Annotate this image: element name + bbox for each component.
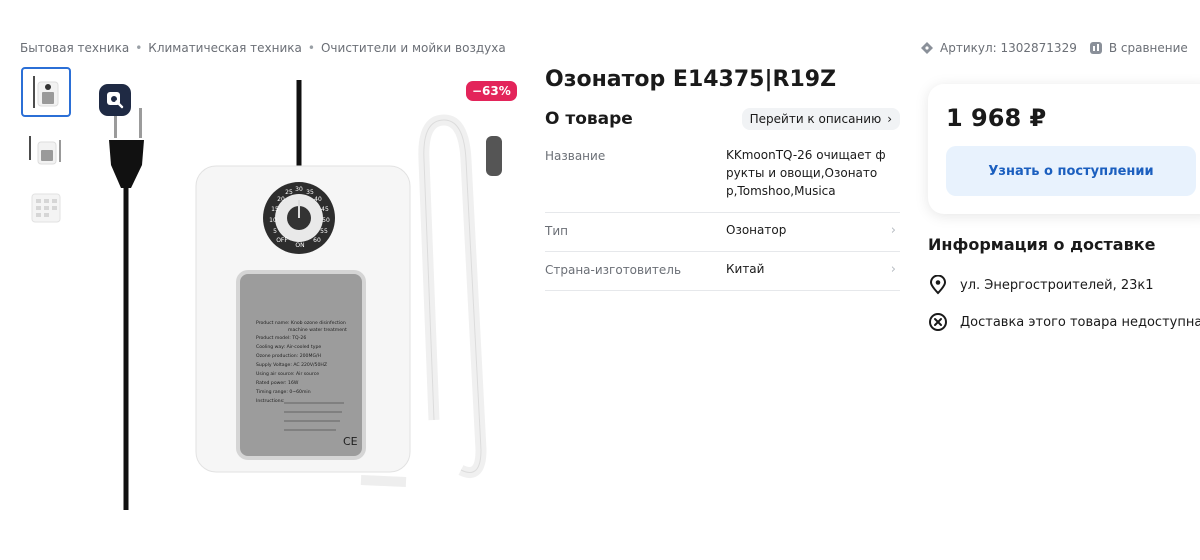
breadcrumb-item[interactable]: Бытовая техника <box>20 41 129 55</box>
label-line: Product name: Knob ozone disinfection <box>256 320 346 326</box>
label-line: Instructions: <box>256 398 285 404</box>
dial-number: 40 <box>314 196 322 203</box>
spec-value: Китай <box>726 262 765 276</box>
thumbnail-list <box>21 67 71 241</box>
chevron-right-icon: › <box>890 262 896 277</box>
thumbnail-image <box>33 76 59 108</box>
page-title: Озонатор E14375|R19Z <box>545 67 837 92</box>
goto-description-label: Перейти к описанию <box>749 112 882 126</box>
spec-row-name: Название KKmoonTQ-26 очищает фрукты и ов… <box>545 138 900 213</box>
breadcrumb-item[interactable]: Очистители и мойки воздуха <box>321 41 506 55</box>
thumbnail-image <box>29 136 61 165</box>
label-line: Using air source: Air source <box>256 371 319 377</box>
zoom-search-icon <box>107 92 124 109</box>
delivery-address-text: ул. Энергостроителей, 23к1 <box>960 277 1154 293</box>
spec-row-type[interactable]: Тип Озонатор › <box>545 213 900 252</box>
article-label: Артикул: 1302871329 <box>940 41 1077 55</box>
dial-number: 25 <box>285 189 293 196</box>
dial-number: 10 <box>269 217 277 224</box>
specs-table: Название KKmoonTQ-26 очищает фрукты и ов… <box>545 138 900 291</box>
breadcrumb-separator: • <box>307 41 315 55</box>
dial-number: 50 <box>322 217 330 224</box>
delivery-title: Информация о доставке <box>928 235 1156 254</box>
notify-availability-button[interactable]: Узнать о поступлении <box>946 146 1196 196</box>
dial-number: 45 <box>321 206 329 213</box>
zoom-button[interactable] <box>99 84 131 116</box>
spec-key: Название <box>545 149 606 163</box>
breadcrumb: Бытовая техника • Климатическая техника … <box>20 41 506 55</box>
thumbnail-2[interactable] <box>21 125 71 175</box>
product-main-image[interactable]: 25 30 35 40 45 50 55 60 20 15 10 5 OFF O… <box>86 70 516 510</box>
dial-number: 60 <box>313 237 321 244</box>
spec-value: KKmoonTQ-26 очищает фрукты и овощи,Озона… <box>726 148 886 198</box>
product-meta: Артикул: 1302871329 В сравнение П <box>920 41 1200 55</box>
article-number[interactable]: Артикул: 1302871329 <box>920 41 1077 55</box>
ce-mark: CE <box>343 435 358 448</box>
dial-number: 35 <box>306 189 314 196</box>
label-line: Supply Voltage: AC 220V/50HZ <box>256 362 327 368</box>
delivery-status: Доставка этого товара недоступна <box>928 312 1200 332</box>
thumbnail-1[interactable] <box>21 67 71 117</box>
dial-number: OFF <box>276 237 288 244</box>
label-line: Ozone production: 200MG/H <box>256 353 321 359</box>
thumbnail-3[interactable] <box>21 183 71 233</box>
breadcrumb-item[interactable]: Климатическая техника <box>148 41 302 55</box>
thumbnail-image <box>31 193 61 223</box>
discount-badge: −63% <box>466 81 517 101</box>
delivery-address[interactable]: ул. Энергостроителей, 23к1 <box>928 275 1154 295</box>
spec-row-country[interactable]: Страна-изготовитель Китай › <box>545 252 900 291</box>
about-section-header: О товаре Перейти к описанию › <box>545 108 900 130</box>
spec-key: Тип <box>545 224 568 238</box>
spec-value: Озонатор <box>726 223 787 237</box>
dial-number: 55 <box>320 228 328 235</box>
spec-key: Страна-изготовитель <box>545 263 682 277</box>
dial-number: 5 <box>273 228 277 235</box>
compare-icon <box>1089 42 1102 54</box>
label-line: Timing range: 0~60min <box>255 389 311 395</box>
goto-description-button[interactable]: Перейти к описанию › <box>741 108 900 130</box>
delivery-status-text: Доставка этого товара недоступна <box>960 314 1200 330</box>
dial-number: 20 <box>277 196 285 203</box>
unavailable-icon <box>929 313 947 331</box>
dial-number: 30 <box>295 186 303 193</box>
dial-number: ON <box>295 242 304 249</box>
price: 1 968 ₽ <box>946 104 1047 132</box>
label-line: Product model: TQ-26 <box>256 335 306 341</box>
copy-icon <box>921 42 933 54</box>
chevron-right-icon: › <box>887 112 892 126</box>
about-heading: О товаре <box>545 109 633 129</box>
location-pin-icon <box>929 275 947 295</box>
breadcrumb-separator: • <box>135 41 143 55</box>
label-line: Cooling way: Air-cooled type <box>256 344 321 350</box>
label-line: machine water treatment <box>288 327 347 333</box>
label-line: Rated power: 16W <box>256 380 299 386</box>
ozonator-device-image: 25 30 35 40 45 50 55 60 20 15 10 5 OFF O… <box>109 80 502 510</box>
dial-number: 15 <box>271 206 279 213</box>
price-card: 1 968 ₽ Узнать о поступлении <box>928 84 1200 214</box>
compare-button[interactable]: В сравнение <box>1089 41 1188 55</box>
compare-label: В сравнение <box>1108 41 1188 55</box>
chevron-right-icon: › <box>890 223 896 238</box>
